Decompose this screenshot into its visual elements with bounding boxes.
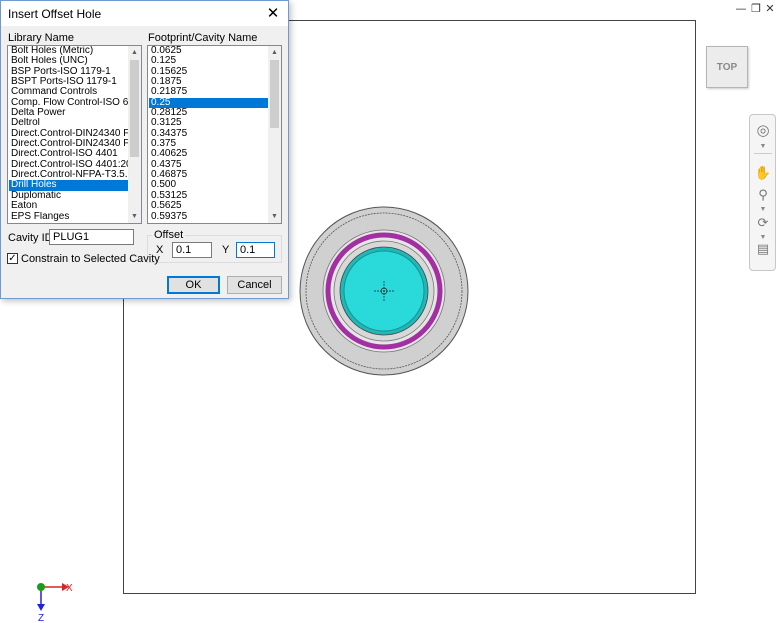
chevron-down-icon[interactable]: ▼ xyxy=(759,143,767,150)
footprint-listbox[interactable]: 0.0625 0.125 0.15625 0.1875 0.21875 0.25 0.281… xyxy=(147,45,282,224)
library-name-label: Library Name xyxy=(8,32,75,44)
scroll-thumb[interactable] xyxy=(270,60,279,128)
scroll-thumb[interactable] xyxy=(130,60,139,157)
constrain-label[interactable]: Constrain to Selected Cavity xyxy=(21,253,160,265)
footprint-item[interactable]: 0.375 xyxy=(149,139,268,149)
axis-x-label: X xyxy=(66,583,73,594)
footprint-item[interactable]: 0.500 xyxy=(149,180,268,190)
view-cube[interactable]: TOP xyxy=(706,46,748,88)
footprint-item[interactable]: 0.1875 xyxy=(149,77,268,87)
footprint-item[interactable]: 0.53125 xyxy=(149,191,268,201)
look-at-icon[interactable]: ▤ xyxy=(754,241,772,259)
chevron-down-icon[interactable]: ▼ xyxy=(759,206,767,213)
scroll-down-icon[interactable]: ▼ xyxy=(128,210,141,223)
restore-icon[interactable]: ❐ xyxy=(749,2,763,16)
scroll-up-icon[interactable]: ▲ xyxy=(268,46,281,59)
footprint-item[interactable]: 0.28125 xyxy=(149,108,268,118)
library-item[interactable]: Duplomatic xyxy=(9,191,128,201)
footprint-item[interactable]: 0.125 xyxy=(149,56,268,66)
view-cube-face-label: TOP xyxy=(716,61,738,73)
library-item[interactable]: BSP Ports-ISO 1179-1 xyxy=(9,67,128,77)
insert-offset-hole-dialog: Insert Offset Hole ✕ Library Name Footpr… xyxy=(0,0,289,299)
footprint-item[interactable]: 0.4375 xyxy=(149,160,268,170)
pan-hand-icon[interactable]: ✋ xyxy=(754,165,772,183)
offset-hole-cavity[interactable] xyxy=(296,206,474,378)
close-icon[interactable]: ✕ xyxy=(763,2,777,16)
axis-triad: X Z xyxy=(37,583,73,622)
library-item[interactable]: Direct.Control-DIN24340 Form A xyxy=(9,129,128,139)
footprint-item[interactable]: 0.21875 xyxy=(149,87,268,97)
library-listbox[interactable]: Bolt Holes (Metric) Bolt Holes (UNC) BSP P… xyxy=(7,45,142,224)
library-item[interactable]: BSPT Ports-ISO 1179-1 xyxy=(9,77,128,87)
footprint-item[interactable]: 0.5625 xyxy=(149,201,268,211)
library-item[interactable]: Bolt Holes (Metric) xyxy=(9,46,128,56)
library-item[interactable]: Deltrol xyxy=(9,118,128,128)
close-icon[interactable]: ✕ xyxy=(264,4,282,22)
dialog-titlebar[interactable]: Insert Offset Hole ✕ xyxy=(1,1,288,26)
footprint-item[interactable]: 0.0625 xyxy=(149,46,268,56)
offset-y-input[interactable]: 0.1 xyxy=(236,242,275,258)
footprint-item[interactable]: 0.46875 xyxy=(149,170,268,180)
offset-x-input[interactable]: 0.1 xyxy=(172,242,212,258)
library-item[interactable]: Drill Holes xyxy=(9,180,128,191)
library-item[interactable]: Eaton xyxy=(9,201,128,211)
nav-divider xyxy=(754,153,772,154)
cavity-id-input[interactable]: PLUG1 xyxy=(49,229,134,245)
scroll-up-icon[interactable]: ▲ xyxy=(128,46,141,59)
axis-z-label: Z xyxy=(38,613,44,622)
library-item[interactable]: Comp. Flow Control-ISO 6263 xyxy=(9,98,128,108)
footprint-item[interactable]: 0.40625 xyxy=(149,149,268,159)
cancel-button[interactable]: Cancel xyxy=(227,276,282,294)
footprint-item[interactable]: 0.59375 xyxy=(149,212,268,222)
library-item[interactable]: EPS Flanges xyxy=(9,212,128,222)
orbit-icon[interactable]: ⟳ xyxy=(754,215,772,233)
navigation-bar: ◎ ▼ ✋ ⚲ ▼ ⟳ ▼ ▤ xyxy=(749,114,776,271)
offset-y-label: Y xyxy=(222,244,230,256)
steering-wheel-icon[interactable]: ◎ xyxy=(754,121,772,139)
footprint-scrollbar[interactable]: ▲ ▼ xyxy=(268,46,281,223)
library-item[interactable]: Delta Power xyxy=(9,108,128,118)
library-item[interactable]: Direct.Control-ISO 4401 xyxy=(9,149,128,159)
library-item[interactable]: Command Controls xyxy=(9,87,128,97)
offset-label: Offset xyxy=(152,229,186,241)
footprint-item[interactable]: 0.34375 xyxy=(149,129,268,139)
library-item[interactable]: Bolt Holes (UNC) xyxy=(9,56,128,66)
minimize-icon[interactable]: — xyxy=(734,2,748,16)
footprint-name-label: Footprint/Cavity Name xyxy=(148,32,258,44)
footprint-item[interactable]: 0.15625 xyxy=(149,67,268,77)
footprint-item[interactable]: 0.3125 xyxy=(149,118,268,128)
footprint-item[interactable]: 0.25 xyxy=(149,97,268,109)
library-scrollbar[interactable]: ▲ ▼ xyxy=(128,46,141,223)
dialog-title: Insert Offset Hole xyxy=(8,7,102,21)
zoom-icon[interactable]: ⚲ xyxy=(754,187,772,205)
ok-button[interactable]: OK xyxy=(167,276,220,294)
cavity-id-label: Cavity ID xyxy=(8,232,53,244)
library-item[interactable]: Direct.Control-NFPA-T3.5.1 xyxy=(9,170,128,180)
scroll-down-icon[interactable]: ▼ xyxy=(268,210,281,223)
library-item[interactable]: Direct.Control-DIN24340 Form B xyxy=(9,139,128,149)
library-item[interactable]: Direct.Control-ISO 4401:2005 xyxy=(9,160,128,170)
constrain-checkbox[interactable]: ✓ xyxy=(7,253,18,264)
